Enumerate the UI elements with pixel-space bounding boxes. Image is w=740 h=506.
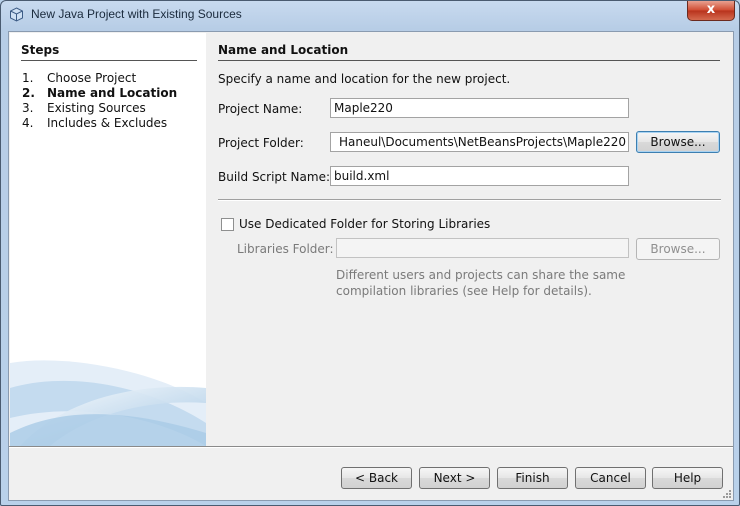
step-item: 3. Existing Sources xyxy=(22,101,146,115)
steps-panel: Steps 1. Choose Project 2. Name and Locati… xyxy=(10,33,206,446)
project-name-label: Project Name: xyxy=(218,102,303,116)
panel-heading: Name and Location xyxy=(218,43,720,61)
step-label: Name and Location xyxy=(47,86,178,100)
java-project-cube-icon xyxy=(10,7,23,22)
finish-button[interactable]: Finish xyxy=(497,467,568,489)
window-title: New Java Project with Existing Sources xyxy=(31,7,242,21)
project-name-input[interactable]: Maple220 xyxy=(330,98,629,118)
step-number: 3. xyxy=(22,101,34,115)
resize-grip-icon[interactable] xyxy=(721,488,731,498)
decorative-swoosh-graphic xyxy=(10,360,206,446)
title-bar[interactable]: New Java Project with Existing Sources x xyxy=(1,1,739,29)
dedicated-folder-label[interactable]: Use Dedicated Folder for Storing Librari… xyxy=(239,217,490,231)
panel-description: Specify a name and location for the new … xyxy=(218,72,511,86)
step-item: 4. Includes & Excludes xyxy=(22,116,167,130)
close-icon: x xyxy=(706,2,716,17)
dialog-window: New Java Project with Existing Sources x… xyxy=(0,0,740,506)
libraries-browse-button[interactable]: Browse... xyxy=(636,238,720,260)
libraries-folder-input[interactable] xyxy=(336,238,629,258)
step-label: Existing Sources xyxy=(47,101,146,115)
step-label: Choose Project xyxy=(47,71,137,85)
browse-button[interactable]: Browse... xyxy=(636,131,720,153)
build-script-input[interactable]: build.xml xyxy=(330,166,629,186)
step-number: 4. xyxy=(22,116,34,130)
libraries-hint-line-1: Different users and projects can share t… xyxy=(336,268,626,282)
back-button[interactable]: < Back xyxy=(341,467,412,489)
project-folder-value: Haneul\Documents\NetBeansProjects\Maple2… xyxy=(339,135,626,149)
libraries-hint-line-2: compilation libraries (see Help for deta… xyxy=(336,284,592,298)
separator xyxy=(218,199,721,201)
project-folder-label: Project Folder: xyxy=(218,136,304,150)
cancel-button[interactable]: Cancel xyxy=(575,467,646,489)
close-button[interactable]: x xyxy=(687,1,735,21)
step-label: Includes & Excludes xyxy=(47,116,168,130)
help-button[interactable]: Help xyxy=(652,467,723,489)
dialog-content: Steps 1. Choose Project 2. Name and Locati… xyxy=(8,31,734,501)
project-folder-input[interactable]: Haneul\Documents\NetBeansProjects\Maple2… xyxy=(330,132,629,152)
button-bar-separator xyxy=(9,446,733,448)
build-script-label: Build Script Name: xyxy=(218,170,331,184)
dedicated-folder-checkbox[interactable] xyxy=(221,218,234,231)
step-number: 1. xyxy=(22,71,34,85)
libraries-folder-label: Libraries Folder: xyxy=(237,242,334,256)
step-item: 1. Choose Project xyxy=(22,71,136,85)
name-location-panel: Name and Location Specify a name and loc… xyxy=(206,33,732,446)
step-item-current: 2. Name and Location xyxy=(22,86,177,100)
steps-heading: Steps xyxy=(21,43,197,61)
step-number: 2. xyxy=(22,86,35,100)
next-button[interactable]: Next > xyxy=(419,467,490,489)
